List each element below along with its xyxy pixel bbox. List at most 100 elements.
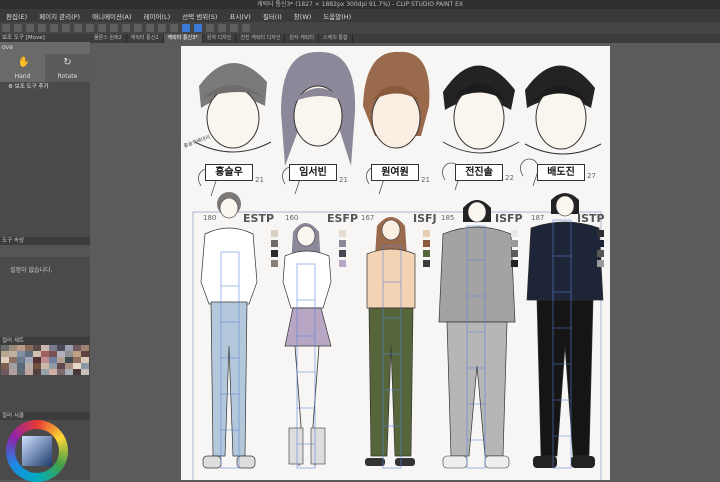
head-4 bbox=[442, 65, 520, 154]
palette-swatch[interactable] bbox=[49, 369, 57, 375]
snap-grid-icon[interactable] bbox=[194, 24, 202, 32]
command-bar bbox=[0, 22, 720, 34]
hand-tool-icon[interactable] bbox=[242, 24, 250, 32]
tool-rotate[interactable]: ↻ Rotate bbox=[45, 54, 90, 82]
layer-icon[interactable] bbox=[230, 24, 238, 32]
character-sheet-art bbox=[192, 51, 604, 480]
character-color-swatch bbox=[423, 260, 430, 267]
transform-icon[interactable] bbox=[74, 24, 82, 32]
palette-swatch[interactable] bbox=[17, 369, 25, 375]
name-tag-2: 임서빈 bbox=[289, 164, 337, 181]
height-note-2: 160 bbox=[285, 214, 299, 222]
palette-swatch[interactable] bbox=[65, 369, 73, 375]
head-3 bbox=[363, 51, 430, 149]
panel-title: 컬러 서클 bbox=[0, 412, 90, 420]
age-note-3: 21 bbox=[421, 176, 430, 184]
character-color-swatch bbox=[511, 240, 518, 247]
tab-doc-6[interactable]: 원자 캐릭터 bbox=[285, 34, 320, 43]
left-panels: 보조 도구 [Move] ove ✋ Hand ↻ Rotate ⚙ 보조 도구… bbox=[0, 34, 90, 482]
invert-icon[interactable] bbox=[110, 24, 118, 32]
tab-doc-7[interactable]: 스케치 통합 bbox=[319, 34, 353, 43]
add-subtool-button[interactable]: ⚙ 보조 도구 추가 bbox=[0, 82, 90, 92]
age-note-1: 21 bbox=[255, 176, 264, 184]
document-tabs: 물론스 원래2 캐릭터 통신2 캐릭터 통신3* 원자 디자인 전진 캐릭터 디… bbox=[90, 34, 720, 43]
tool-property-panel: 도구 속성 설정이 없습니다. bbox=[0, 237, 90, 337]
palette-swatch[interactable] bbox=[25, 369, 33, 375]
palette-swatch[interactable] bbox=[9, 369, 17, 375]
tab-doc-2[interactable]: 캐릭터 통신2 bbox=[127, 34, 164, 43]
menu-help[interactable]: 도움말(H) bbox=[317, 11, 357, 21]
palette-swatch[interactable] bbox=[33, 369, 41, 375]
snap-ruler-icon[interactable] bbox=[182, 24, 190, 32]
height-note-5: 187 bbox=[531, 214, 545, 222]
tab-doc-1[interactable]: 물론스 원래2 bbox=[90, 34, 127, 43]
character-color-swatch bbox=[339, 240, 346, 247]
fill-icon[interactable] bbox=[134, 24, 142, 32]
crop-icon[interactable] bbox=[122, 24, 130, 32]
undo-icon[interactable] bbox=[38, 24, 46, 32]
menu-page[interactable]: 페이지 관리(P) bbox=[33, 11, 86, 21]
save-icon[interactable] bbox=[26, 24, 34, 32]
mbti-5: ISTP bbox=[577, 212, 605, 225]
snap-icon[interactable] bbox=[170, 24, 178, 32]
figure-1 bbox=[200, 192, 258, 469]
palette-swatch[interactable] bbox=[41, 369, 49, 375]
palette-swatch[interactable] bbox=[1, 369, 9, 375]
character-color-swatch bbox=[423, 250, 430, 257]
figure-4 bbox=[438, 200, 516, 469]
redo-icon[interactable] bbox=[50, 24, 58, 32]
character-color-swatch bbox=[339, 260, 346, 267]
sub-tool-panel: 보조 도구 [Move] ove ✋ Hand ↻ Rotate ⚙ 보조 도구… bbox=[0, 34, 90, 92]
new-icon[interactable] bbox=[2, 24, 10, 32]
figure-3 bbox=[365, 217, 416, 466]
move-icon[interactable] bbox=[146, 24, 154, 32]
saturation-square[interactable] bbox=[22, 436, 52, 466]
mbti-3: ISFJ bbox=[413, 212, 437, 225]
property-toolbar bbox=[0, 245, 90, 257]
menu-layer[interactable]: 레이어(L) bbox=[138, 11, 177, 21]
character-color-swatch bbox=[597, 240, 604, 247]
clear-icon[interactable] bbox=[62, 24, 70, 32]
height-note-4: 185 bbox=[441, 214, 455, 222]
tab-doc-5[interactable]: 전진 캐릭터 디자인 bbox=[236, 34, 286, 43]
mbti-4: ISFP bbox=[495, 212, 523, 225]
palette-swatch[interactable] bbox=[57, 369, 65, 375]
menu-edit[interactable]: 편집(E) bbox=[0, 11, 33, 21]
menu-animation[interactable]: 애니메이션(A) bbox=[86, 11, 137, 21]
menu-window[interactable]: 창(W) bbox=[288, 11, 317, 21]
drawing-canvas[interactable]: 홍슬우배대리 홍슬우 임서빈 원여원 전진솔 배도진 21 21 21 22 2… bbox=[181, 46, 610, 480]
tab-doc-4[interactable]: 원자 디자인 bbox=[203, 34, 237, 43]
tab-doc-3[interactable]: 캐릭터 통신3* bbox=[163, 34, 203, 43]
age-note-4: 22 bbox=[505, 174, 514, 182]
age-note-2: 21 bbox=[339, 176, 348, 184]
menu-select[interactable]: 선택 범위(S) bbox=[176, 11, 223, 21]
panel-title: 컬러 세트 bbox=[0, 337, 90, 345]
height-note-3: 167 bbox=[361, 214, 375, 222]
snap-perspective-icon[interactable] bbox=[206, 24, 214, 32]
ruler-icon[interactable] bbox=[158, 24, 166, 32]
mbti-2: ESFP bbox=[327, 212, 359, 225]
grid-icon[interactable] bbox=[218, 24, 226, 32]
color-palette bbox=[1, 345, 89, 409]
mbti-1: ESTP bbox=[243, 212, 275, 225]
tool-hand[interactable]: ✋ Hand bbox=[0, 54, 45, 82]
character-color-swatch bbox=[597, 230, 604, 237]
menu-view[interactable]: 표시(V) bbox=[223, 11, 256, 21]
panel-title: 도구 속성 bbox=[0, 237, 90, 245]
palette-swatch[interactable] bbox=[73, 369, 81, 375]
menu-filter[interactable]: 필터(I) bbox=[257, 11, 288, 21]
menu-bar: 편집(E) 페이지 관리(P) 애니메이션(A) 레이어(L) 선택 범위(S)… bbox=[0, 9, 720, 22]
panel-title: 보조 도구 [Move] bbox=[0, 34, 90, 42]
color-circle-header: 컬러 서클 bbox=[0, 412, 90, 420]
palette-swatch[interactable] bbox=[81, 369, 89, 375]
select-all-icon[interactable] bbox=[86, 24, 94, 32]
head-2 bbox=[281, 51, 356, 166]
open-icon[interactable] bbox=[14, 24, 22, 32]
color-set-header: 컬러 세트 bbox=[0, 337, 90, 345]
gear-icon: ⚙ bbox=[8, 84, 15, 90]
color-wheel[interactable] bbox=[6, 420, 68, 482]
tool-mode: ove bbox=[0, 42, 90, 54]
deselect-icon[interactable] bbox=[98, 24, 106, 32]
name-tag-3: 원여원 bbox=[371, 164, 419, 181]
tool-hand-label: Hand bbox=[14, 73, 31, 80]
